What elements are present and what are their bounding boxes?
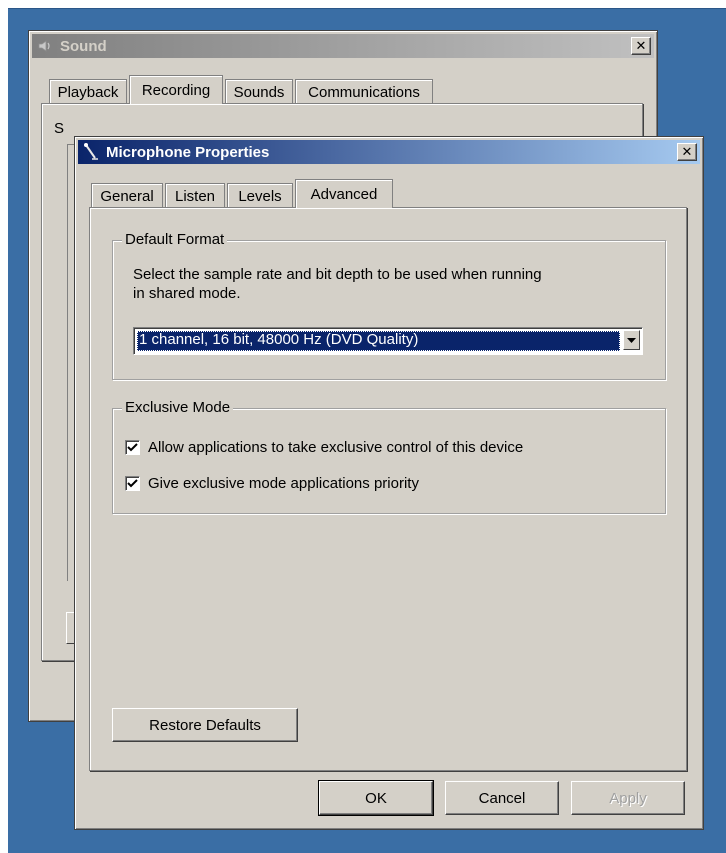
sound-title: Sound [60,37,107,55]
cancel-button[interactable]: Cancel [445,781,559,815]
default-format-description-line2: in shared mode. [133,285,241,302]
allow-exclusive-control-option[interactable]: Allow applications to take exclusive con… [125,439,523,456]
tab-communications[interactable]: Communications [295,79,433,104]
default-format-description-line1: Select the sample rate and bit depth to … [133,266,542,283]
properties-title: Microphone Properties [106,143,270,161]
default-format-group: Default Format Select the sample rate an… [112,231,666,380]
tab-listen-label: Listen [174,187,216,205]
tab-sounds[interactable]: Sounds [225,79,293,104]
speaker-icon [36,37,54,55]
tab-levels[interactable]: Levels [227,183,293,208]
exclusive-mode-group: Exclusive Mode Allow applications to tak… [112,399,666,514]
tab-recording-label: Recording [141,81,211,99]
sound-close-button[interactable]: ✕ [631,37,651,55]
chevron-down-icon[interactable] [623,330,640,350]
checkmark-icon [127,443,138,452]
restore-defaults-button[interactable]: Restore Defaults [112,708,298,742]
exclusive-mode-legend: Exclusive Mode [122,399,234,417]
checkmark-icon [127,479,138,488]
cancel-label: Cancel [478,789,526,807]
sound-titlebar[interactable]: Sound ✕ [32,34,654,58]
properties-titlebar[interactable]: Microphone Properties ✕ [78,140,700,164]
exclusive-priority-label: Give exclusive mode applications priorit… [148,475,419,492]
tab-communications-label: Communications [308,83,420,101]
tab-levels-label: Levels [238,187,282,205]
apply-button[interactable]: Apply [571,781,685,815]
microphone-properties-window: Microphone Properties ✕ General Listen L… [74,136,704,830]
sample-rate-select[interactable]: 1 channel, 16 bit, 48000 Hz (DVD Quality… [133,327,643,355]
allow-exclusive-control-label: Allow applications to take exclusive con… [148,439,524,456]
microphone-icon [82,143,100,161]
tab-listen[interactable]: Listen [165,183,225,208]
advanced-tab-panel: Default Format Select the sample rate an… [89,207,687,771]
tab-advanced[interactable]: Advanced [295,179,393,208]
tab-playback[interactable]: Playback [49,79,127,104]
apply-label: Apply [609,789,647,807]
exclusive-priority-checkbox[interactable] [125,476,140,491]
sample-rate-selected-value: 1 channel, 16 bit, 48000 Hz (DVD Quality… [137,331,620,351]
ok-label: OK [365,789,387,807]
properties-close-button[interactable]: ✕ [677,143,697,161]
tab-recording[interactable]: Recording [129,75,223,104]
tab-advanced-label: Advanced [310,185,378,203]
restore-defaults-label: Restore Defaults [149,716,261,734]
sound-panel-obscured-text: S [54,120,65,137]
tab-playback-label: Playback [57,83,119,101]
ok-button[interactable]: OK [318,780,434,816]
tab-general-label: General [100,187,154,205]
tab-sounds-label: Sounds [233,83,285,101]
tab-general[interactable]: General [91,183,163,208]
allow-exclusive-control-checkbox[interactable] [125,440,140,455]
exclusive-priority-option[interactable]: Give exclusive mode applications priorit… [125,475,419,492]
default-format-legend: Default Format [122,231,228,249]
